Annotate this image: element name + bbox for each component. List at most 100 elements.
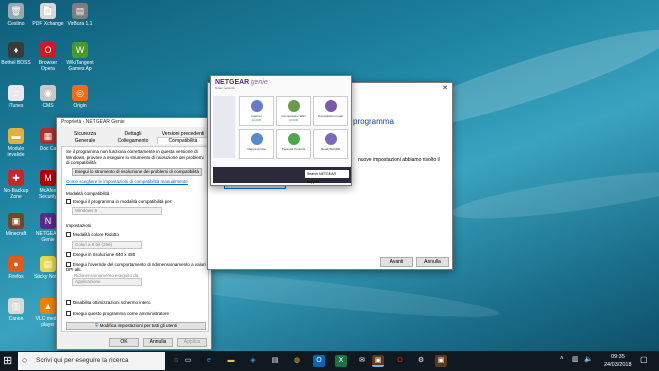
compat-mode-label: Esegui il programma in modalità compatib… (73, 199, 173, 204)
netgear-genie-window: NETGEAR genie Smart network. Internet GOO… (210, 75, 352, 186)
genie-tile[interactable]: Parental Controls (276, 129, 311, 159)
desktop-icon[interactable]: ▬ Modulo invalide (0, 128, 32, 158)
itunes-icon: ♫ (8, 85, 24, 101)
desktop-icon-label: WikiTangent Games Ap (66, 60, 94, 72)
fullscreen-row[interactable]: Disabilita ottimizzazioni schermo intero (66, 300, 151, 306)
desktop-icon-label: No-Backup Zone (3, 188, 29, 200)
compat-mode-select[interactable]: Windows 8 (72, 207, 162, 215)
file-explorer-icon[interactable]: ▬ (225, 355, 237, 367)
genie-tile-icon (287, 100, 300, 112)
desktop-icon[interactable]: ▤ VirBura 1.1 (64, 3, 96, 27)
desktop-icon[interactable]: O Browser Opera (32, 42, 64, 72)
network-icon[interactable]: ▥ (572, 355, 579, 363)
desktop-icon[interactable]: ▥ Canon (0, 298, 32, 322)
desktop-icon[interactable]: ✚ No-Backup Zone (0, 170, 32, 200)
origin-icon: ◎ (72, 85, 88, 101)
color-select[interactable]: Colori a 8 bit (256) (72, 241, 142, 249)
desktop-icon-label: Canon (8, 316, 24, 322)
res-640-label: Esegui in risoluzione 640 x 480 (73, 252, 136, 257)
tray-chevron-icon[interactable]: ˄ (560, 356, 564, 362)
genie-tile-status: GOOD (288, 118, 299, 122)
volume-icon[interactable]: 🔈 (584, 355, 593, 363)
recycle-bin-icon: 🗑 (8, 3, 24, 19)
tab-compatibilita[interactable]: Compatibilità (157, 137, 209, 144)
all-users-label: Modifica impostazioni per tutti gli uten… (99, 323, 177, 328)
genie-product: genie (250, 79, 268, 86)
genie-tile-icon (250, 100, 263, 112)
close-icon[interactable]: ✕ (442, 84, 448, 92)
netgear-taskbar-icon[interactable]: ▣ (372, 355, 384, 367)
app-icon: ▤ (72, 3, 88, 19)
taskbar-time[interactable]: 09:35 (611, 354, 625, 360)
genie-tile[interactable]: Impostazioni router (313, 96, 348, 126)
dpi-select[interactable]: Applicazione (72, 278, 142, 286)
outlook-icon[interactable]: O (313, 355, 325, 367)
taskbar-date[interactable]: 24/03/2018 (604, 362, 632, 368)
desktop-icon[interactable]: ♦ Bethel BOSS (0, 42, 32, 66)
desktop-icon[interactable]: W WikiTangent Games Ap (64, 42, 96, 72)
dpi-override-row[interactable]: Esegui l'override del comportamento di r… (66, 262, 206, 272)
tab-collegamento[interactable]: Collegamento (109, 138, 157, 144)
genie-tile-icon (287, 133, 300, 145)
manual-settings-link[interactable]: Come scegliere le impostazioni di compat… (66, 179, 188, 184)
run-admin-checkbox[interactable] (66, 311, 71, 317)
genie-tile-label: Mappa di rete (247, 147, 266, 151)
settings-taskbar-icon[interactable]: ⚙ (415, 355, 427, 367)
fullscreen-checkbox[interactable] (66, 300, 71, 306)
mail-icon[interactable]: ✉ (356, 355, 368, 367)
chrome-icon[interactable]: ◍ (291, 355, 303, 367)
notification-icon[interactable]: ▢ (640, 355, 648, 364)
genie-tagline: Smart network. (215, 86, 236, 90)
app-taskbar-icon[interactable]: ▣ (435, 355, 447, 367)
minecraft-icon: ▣ (8, 213, 24, 229)
genie-tile[interactable]: ReadySHARE (313, 129, 348, 159)
apply-button[interactable]: Applica (177, 338, 207, 347)
tab-sicurezza[interactable]: Sicurezza (61, 131, 109, 137)
wizard-cancel-button[interactable]: Annulla (416, 257, 449, 267)
res-640-checkbox[interactable] (66, 252, 71, 258)
res-640-row[interactable]: Esegui in risoluzione 640 x 480 (66, 252, 136, 258)
cancel-button[interactable]: Annulla (143, 338, 173, 347)
genie-search-box[interactable]: Search NETGEAR Support (305, 170, 349, 184)
start-button[interactable]: ⊞ (3, 355, 15, 367)
task-view-icon[interactable]: ▭ (182, 355, 194, 367)
edge-icon[interactable]: e (203, 355, 215, 367)
excel-icon[interactable]: X (335, 355, 347, 367)
desktop-icon[interactable]: ● Firefox (0, 256, 32, 280)
desktop-icon-label: iTunes (8, 103, 24, 109)
compat-mode-row[interactable]: Esegui il programma in modalità compatib… (66, 199, 173, 205)
genie-tile[interactable]: Internet GOOD (239, 96, 274, 126)
genie-sidebar (213, 96, 235, 158)
tab-dettagli[interactable]: Dettagli (109, 131, 157, 137)
taskbar-search[interactable]: ○ Scrivi qui per eseguire la ricerca (18, 352, 165, 370)
desktop-icon[interactable]: 📄 PDF Xchange (32, 3, 64, 27)
genie-tile[interactable]: Mappa di rete (239, 129, 274, 159)
run-admin-label: Esegui questo programma come amministrat… (73, 311, 170, 316)
reduced-color-row[interactable]: Modalità colore Ridotto (66, 232, 119, 238)
dropbox-icon[interactable]: ◈ (247, 355, 259, 367)
all-users-button[interactable]: ⛨ Modifica impostazioni per tutti gli ut… (66, 322, 206, 330)
next-button[interactable]: Avanti (380, 257, 413, 267)
cortana-mic-icon[interactable]: ◌ (170, 355, 182, 367)
compat-mode-checkbox[interactable] (66, 199, 71, 205)
genie-tile-icon (324, 100, 337, 112)
desktop-icon[interactable]: 🗑 Cestino (0, 3, 32, 27)
tab-generale[interactable]: Generale (61, 138, 109, 144)
store-icon[interactable]: ▤ (269, 355, 281, 367)
desktop-icon[interactable]: ▣ Minecraft (0, 213, 32, 237)
genie-tile-label: Parental Controls (281, 147, 306, 151)
vlc-icon: ▲ (40, 298, 56, 314)
run-admin-row[interactable]: Esegui questo programma come amministrat… (66, 311, 170, 317)
ok-button[interactable]: OK (109, 338, 139, 347)
dpi-override-label: Esegui l'override del comportamento di r… (66, 262, 206, 273)
opera-icon: O (40, 42, 56, 58)
opera-taskbar-icon[interactable]: O (394, 355, 406, 367)
firefox-icon: ● (8, 256, 24, 272)
desktop-icon[interactable]: ◎ Origin (64, 85, 96, 109)
genie-tile[interactable]: Connessione WiFi GOOD (276, 96, 311, 126)
desktop-icon[interactable]: ♫ iTunes (0, 85, 32, 109)
desktop-icon[interactable]: ◉ CMS (32, 85, 64, 109)
troubleshoot-button[interactable]: Esegui lo strumento di risoluzione dei p… (72, 168, 202, 176)
reduced-color-checkbox[interactable] (66, 232, 71, 238)
tab-panel: Se il programma non funziona correttamen… (61, 146, 209, 332)
